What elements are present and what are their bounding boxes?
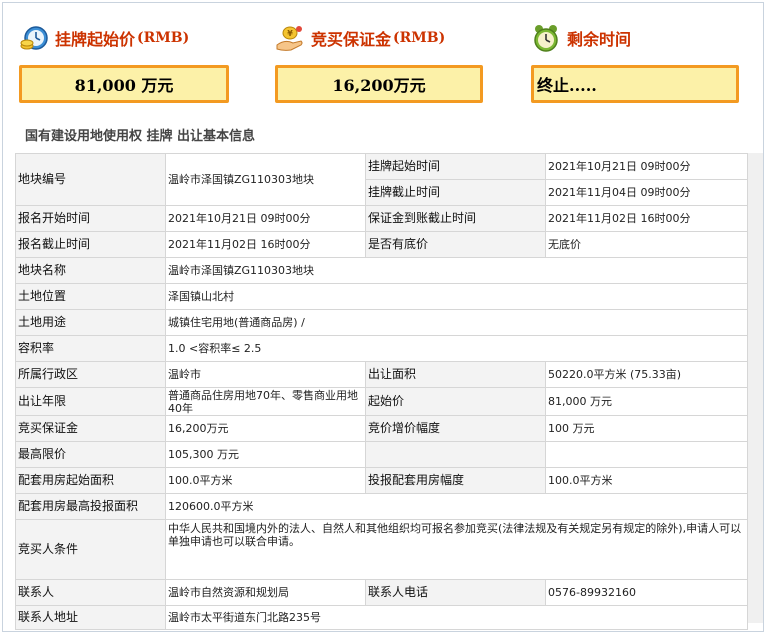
plot-no-value: 温岭市泽国镇ZG110303地块 [165, 153, 366, 206]
land-use-value: 城镇住宅用地(普通商品房) / [165, 309, 748, 336]
max-price-label: 最高限价 [15, 441, 166, 468]
table-row: 土地用途 城镇住宅用地(普通商品房) / [15, 309, 748, 336]
housing-increment-value: 100.0平方米 [545, 467, 748, 494]
housing-max-value: 120600.0平方米 [165, 493, 748, 520]
address-value: 温岭市太平街道东门北路235号 [165, 605, 748, 630]
location-value: 泽国镇山北村 [165, 283, 748, 310]
table-row: 竞买人条件 中华人民共和国境内外的法人、自然人和其他组织均可报名参加竞买(法律法… [15, 519, 748, 580]
table-row: 地块名称 温岭市泽国镇ZG110303地块 [15, 257, 748, 284]
contact-value: 温岭市自然资源和规划局 [165, 579, 366, 606]
table-row: 土地位置 泽国镇山北村 [15, 283, 748, 310]
signup-start-value: 2021年10月21日 09时00分 [165, 205, 366, 232]
land-use-label: 土地用途 [15, 309, 166, 336]
deposit-value: 16,200万元 [275, 65, 483, 103]
bidder-conditions-label: 竞买人条件 [15, 519, 166, 580]
deposit-label: 竞买保证金 [311, 30, 392, 49]
area-label: 出让面积 [365, 361, 546, 388]
start-price-label: 挂牌起始价 [55, 30, 136, 49]
start-price-title: 挂牌起始价 (RMB) [19, 21, 229, 55]
housing-increment-label: 投报配套用房幅度 [365, 467, 546, 494]
alarm-clock-icon [531, 23, 561, 53]
start-price-unit: (RMB) [137, 30, 190, 46]
table-row: 报名截止时间 2021年11月02日 16时00分 是否有底价 无底价 [15, 231, 748, 258]
page-frame: 挂牌起始价 (RMB) 81,000 万元 ¥ 竞买保证金 (RMB) 16,2… [2, 2, 764, 632]
plot-no-label: 地块编号 [15, 153, 166, 206]
area-value: 50220.0平方米 (75.33亩) [545, 361, 748, 388]
land-info-table: 地块编号 温岭市泽国镇ZG110303地块 挂牌起始时间 2021年10月21日… [15, 153, 748, 630]
housing-start-label: 配套用房起始面积 [15, 467, 166, 494]
start-price-panel: 挂牌起始价 (RMB) 81,000 万元 [19, 21, 229, 103]
section-title: 国有建设用地使用权 挂牌 出让基本信息 [25, 129, 256, 144]
listing-start-value: 2021年10月21日 09时00分 [545, 153, 748, 180]
start-price-value: 81,000 万元 [19, 65, 229, 103]
empty-cell [365, 441, 546, 468]
money-hand-icon: ¥ [275, 23, 305, 53]
start-price-row-label: 起始价 [365, 387, 546, 416]
term-label: 出让年限 [15, 387, 166, 416]
far-label: 容积率 [15, 335, 166, 362]
address-label: 联系人地址 [15, 605, 166, 630]
remaining-title: 剩余时间 [531, 21, 739, 55]
table-row: 所属行政区 温岭市 出让面积 50220.0平方米 (75.33亩) [15, 361, 748, 388]
phone-label: 联系人电话 [365, 579, 546, 606]
reserve-price-value: 无底价 [545, 231, 748, 258]
summary-header: 挂牌起始价 (RMB) 81,000 万元 ¥ 竞买保证金 (RMB) 16,2… [3, 3, 765, 115]
plot-name-label: 地块名称 [15, 257, 166, 284]
table-row: 报名开始时间 2021年10月21日 09时00分 保证金到账截止时间 2021… [15, 205, 748, 232]
bidder-conditions-value: 中华人民共和国境内外的法人、自然人和其他组织均可报名参加竞买(法律法规及有关规定… [165, 519, 748, 580]
table-row: 地块编号 温岭市泽国镇ZG110303地块 挂牌起始时间 2021年10月21日… [15, 153, 748, 206]
remaining-label: 剩余时间 [567, 30, 632, 49]
far-value: 1.0 <容积率≤ 2.5 [165, 335, 748, 362]
housing-max-label: 配套用房最高投报面积 [15, 493, 166, 520]
table-row: 竞买保证金 16,200万元 竞价增价幅度 100 万元 [15, 415, 748, 442]
money-clock-icon [19, 23, 49, 53]
increment-value: 100 万元 [545, 415, 748, 442]
listing-end-value: 2021年11月04日 09时00分 [545, 179, 748, 206]
signup-start-label: 报名开始时间 [15, 205, 166, 232]
listing-start-label: 挂牌起始时间 [365, 153, 546, 180]
reserve-price-label: 是否有底价 [365, 231, 546, 258]
table-row: 配套用房起始面积 100.0平方米 投报配套用房幅度 100.0平方米 [15, 467, 748, 494]
table-row: 联系人 温岭市自然资源和规划局 联系人电话 0576-89932160 [15, 579, 748, 606]
phone-value: 0576-89932160 [545, 579, 748, 606]
deposit-deadline-label: 保证金到账截止时间 [365, 205, 546, 232]
deposit-deadline-value: 2021年11月02日 16时00分 [545, 205, 748, 232]
signup-end-label: 报名截止时间 [15, 231, 166, 258]
district-label: 所属行政区 [15, 361, 166, 388]
listing-end-label: 挂牌截止时间 [365, 179, 546, 206]
start-price-row-value: 81,000 万元 [545, 387, 748, 416]
contact-label: 联系人 [15, 579, 166, 606]
signup-end-value: 2021年11月02日 16时00分 [165, 231, 366, 258]
table-row: 容积率 1.0 <容积率≤ 2.5 [15, 335, 748, 362]
empty-cell [545, 441, 748, 468]
remaining-panel: 剩余时间 终止..... [531, 21, 739, 103]
plot-name-value: 温岭市泽国镇ZG110303地块 [165, 257, 748, 284]
deposit-row-label: 竞买保证金 [15, 415, 166, 442]
location-label: 土地位置 [15, 283, 166, 310]
remaining-value: 终止..... [531, 65, 739, 103]
deposit-row-value: 16,200万元 [165, 415, 366, 442]
max-price-value: 105,300 万元 [165, 441, 366, 468]
deposit-title: ¥ 竞买保证金 (RMB) [275, 21, 483, 55]
table-row: 配套用房最高投报面积 120600.0平方米 [15, 493, 748, 520]
deposit-unit: (RMB) [393, 30, 446, 46]
table-row: 最高限价 105,300 万元 [15, 441, 748, 468]
svg-text:¥: ¥ [287, 29, 293, 38]
housing-start-value: 100.0平方米 [165, 467, 366, 494]
district-value: 温岭市 [165, 361, 366, 388]
table-row: 出让年限 普通商品住房用地70年、零售商业用地40年 起始价 81,000 万元 [15, 387, 748, 416]
term-value: 普通商品住房用地70年、零售商业用地40年 [165, 387, 366, 416]
table-row: 联系人地址 温岭市太平街道东门北路235号 [15, 605, 748, 630]
deposit-panel: ¥ 竞买保证金 (RMB) 16,200万元 [275, 21, 483, 103]
increment-label: 竞价增价幅度 [365, 415, 546, 442]
right-gutter [747, 153, 763, 623]
